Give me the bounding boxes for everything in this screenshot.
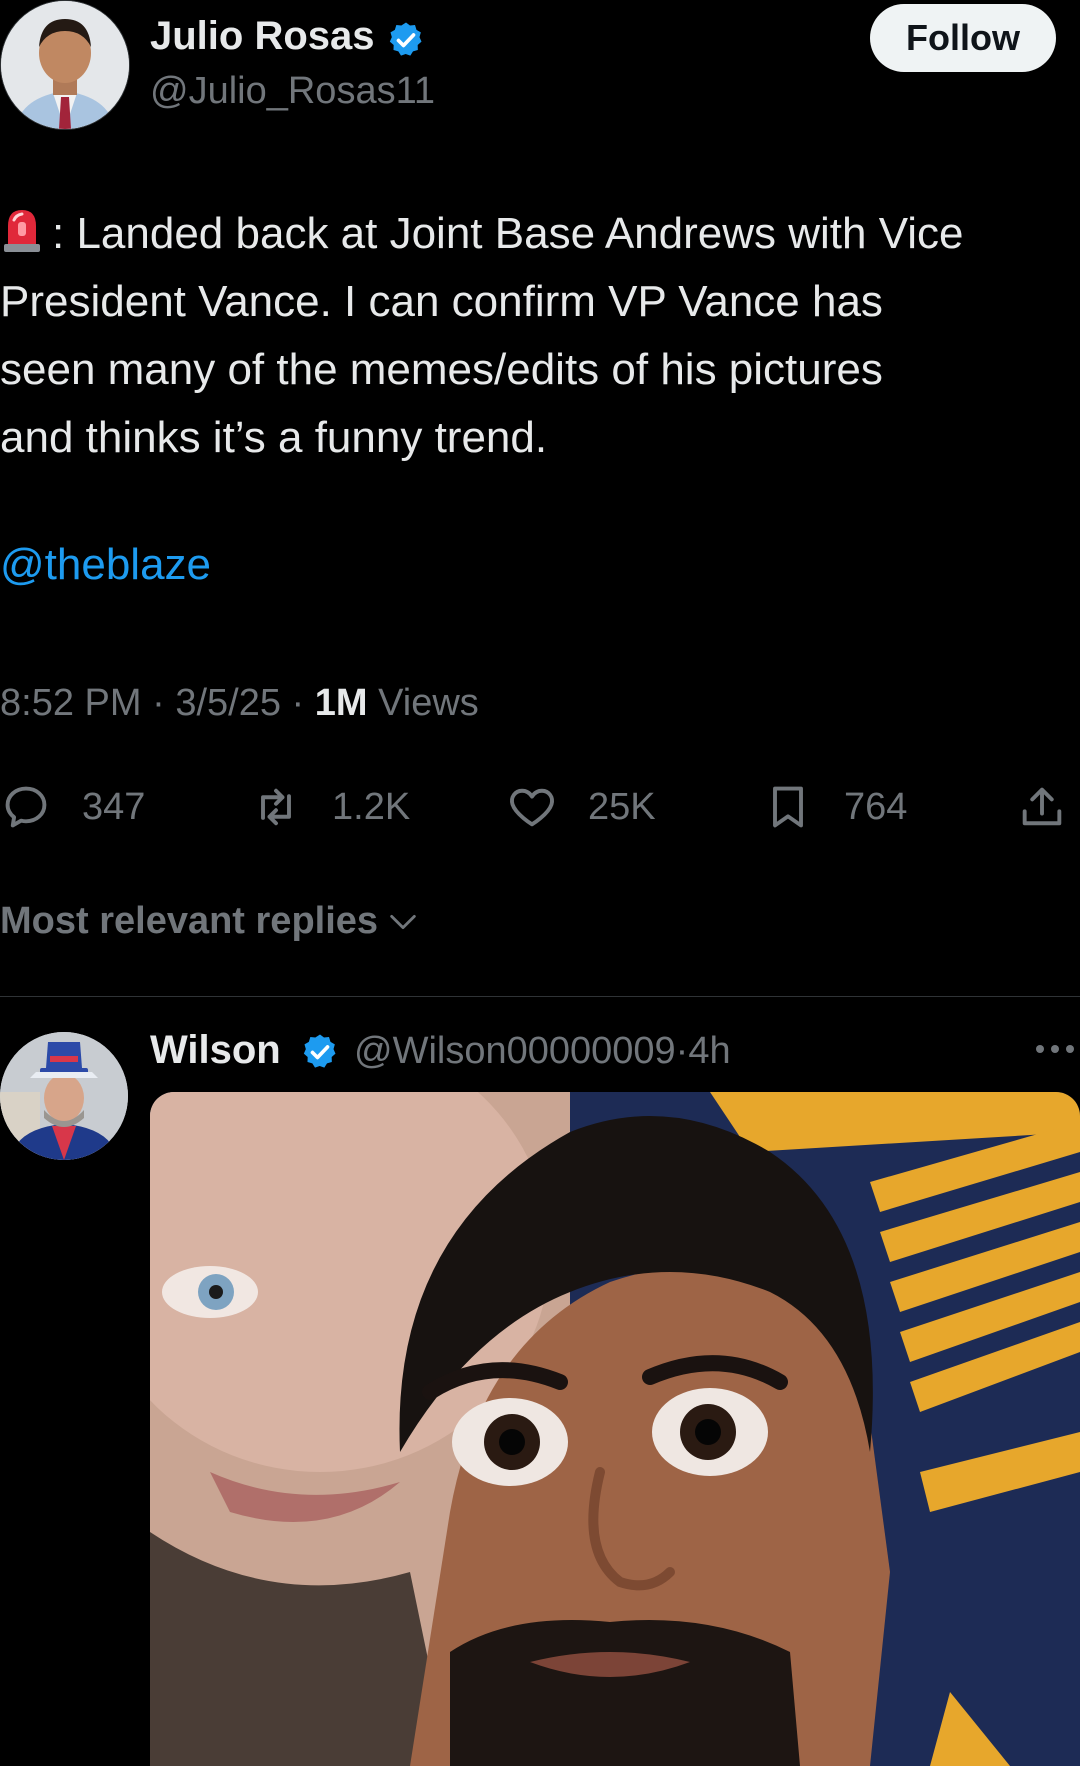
tweet-text-line: : Landed back at Joint Base Andrews with… <box>0 200 1080 268</box>
chevron-down-icon <box>390 914 416 929</box>
replies-sort-label: Most relevant replies <box>0 900 379 942</box>
meme-photo-icon <box>150 1092 1080 1766</box>
bookmark-icon <box>773 786 803 828</box>
more-options-icon[interactable] <box>1030 1034 1080 1064</box>
meta-separator: · <box>675 1030 689 1072</box>
tweet-text-line-4: and thinks it’s a funny trend. <box>0 413 548 462</box>
tweet-text: : Landed back at Joint Base Andrews with… <box>0 200 1080 472</box>
reply-meta: @Wilson00000009·4h <box>354 1030 731 1073</box>
meta-separator: · <box>152 682 165 724</box>
divider <box>0 996 1080 997</box>
follow-button[interactable]: Follow <box>870 4 1056 72</box>
siren-icon <box>4 210 40 252</box>
tweet-text-line-2: President Vance. I can confirm VP Vance … <box>0 277 883 326</box>
tweet-date[interactable]: 3/5/25 <box>175 682 281 724</box>
views-label: Views <box>378 682 479 724</box>
tweet-meta: 8:52 PM · 3/5/25 · 1M Views <box>0 682 479 725</box>
verified-badge-icon <box>303 1034 336 1068</box>
mention-link[interactable]: @theblaze <box>0 540 211 590</box>
author-avatar[interactable] <box>0 0 130 130</box>
bookmark-button[interactable]: 764 <box>762 780 907 834</box>
reply-author-handle[interactable]: @Wilson00000009 <box>354 1030 676 1072</box>
reply-media-image[interactable] <box>150 1092 1080 1766</box>
repost-count: 1.2K <box>332 785 411 828</box>
verified-badge-icon <box>389 22 422 56</box>
heart-icon <box>510 788 554 827</box>
repost-button[interactable]: 1.2K <box>250 780 410 834</box>
reply-avatar[interactable] <box>0 1032 128 1160</box>
author-name[interactable]: Julio Rosas <box>150 14 375 59</box>
reply-count: 347 <box>82 785 146 828</box>
author-handle[interactable]: @Julio_Rosas11 <box>150 70 435 113</box>
bookmark-count: 764 <box>844 785 908 828</box>
share-icon <box>1022 787 1062 826</box>
tweet-text-line-1: : Landed back at Joint Base Andrews with… <box>52 209 964 258</box>
meta-separator: · <box>291 682 305 724</box>
tweet-time[interactable]: 8:52 PM <box>0 682 142 724</box>
reply-icon <box>5 786 47 828</box>
views-count: 1M <box>314 682 368 724</box>
repost-icon <box>261 788 291 826</box>
replies-sort-dropdown[interactable]: Most relevant replies <box>0 900 420 943</box>
tweet-text-line-3: seen many of the memes/edits of his pict… <box>0 345 883 394</box>
reply-button[interactable]: 347 <box>0 780 145 834</box>
reply-time[interactable]: 4h <box>688 1030 730 1072</box>
like-count: 25K <box>588 785 656 828</box>
like-button[interactable]: 25K <box>506 780 656 834</box>
share-button[interactable] <box>1016 780 1068 834</box>
reply-author-name[interactable]: Wilson <box>150 1028 281 1073</box>
